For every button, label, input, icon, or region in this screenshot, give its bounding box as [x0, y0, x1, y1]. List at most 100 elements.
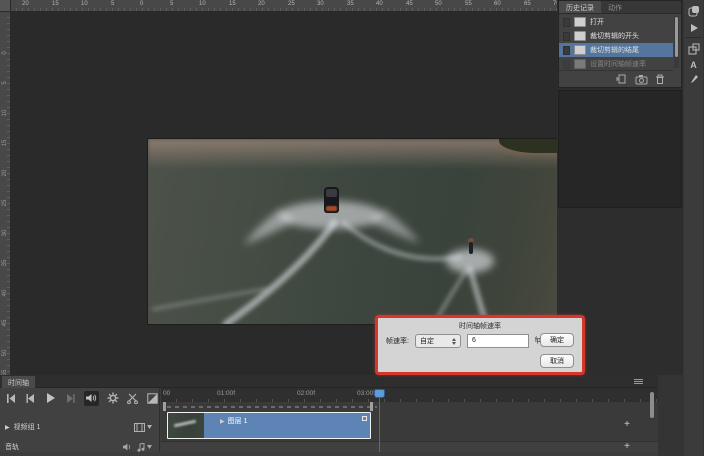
work-area-start-handle[interactable]: [163, 402, 166, 411]
next-frame-button[interactable]: [64, 392, 77, 405]
history-source-well[interactable]: [563, 60, 570, 69]
speaker-icon[interactable]: [123, 443, 132, 451]
history-scrollbar[interactable]: [674, 16, 679, 68]
timeline-settings-gear-icon[interactable]: [106, 392, 119, 405]
video-clip[interactable]: ▶ 图层 1: [167, 412, 371, 439]
transition-icon[interactable]: [146, 392, 159, 405]
ruler-label: 15: [52, 1, 59, 7]
ruler-label: 20: [2, 169, 8, 177]
dock-cell[interactable]: [684, 19, 703, 36]
ruler-label: 15: [2, 139, 8, 147]
history-panel-tabs: 历史记录 动作: [559, 1, 681, 14]
previous-frame-button[interactable]: [24, 392, 37, 405]
clip-expand-icon[interactable]: ▶: [220, 418, 225, 425]
delete-trash-icon[interactable]: [655, 74, 665, 85]
audio-track-row[interactable]: 音轨: [0, 440, 160, 454]
timeline-left-column: ▶ 视频组 1 音轨: [0, 388, 160, 452]
photoshop-window: 20 15 10 5 0 5 10 15 20 25 30 35 40 45 5…: [0, 0, 710, 459]
history-source-well[interactable]: [563, 32, 570, 41]
ruler-label: 45: [406, 1, 413, 7]
ruler-label: 20: [258, 1, 265, 7]
ruler-label: 10: [199, 1, 206, 7]
cancel-button[interactable]: 取消: [540, 354, 574, 368]
video-group-row[interactable]: ▶ 视频组 1: [0, 420, 160, 434]
new-snapshot-camera-icon[interactable]: [635, 74, 648, 85]
history-item-open[interactable]: 打开: [559, 15, 673, 29]
ruler-label: 0: [140, 1, 143, 7]
clip-fx-badge-icon[interactable]: [362, 416, 367, 421]
collapsed-panel-area: [558, 90, 682, 208]
audio-track-lane: +: [161, 442, 658, 452]
music-note-icon[interactable]: [137, 443, 145, 452]
video-preview[interactable]: [148, 139, 559, 324]
ruler-label: 35: [347, 1, 354, 7]
tab-timeline[interactable]: 时间轴: [2, 376, 35, 388]
tab-actions[interactable]: 动作: [601, 1, 629, 13]
timeline-time-ruler[interactable]: 00 01:00f 02:00f 03:00f: [161, 388, 658, 402]
chevron-down-icon[interactable]: [147, 425, 152, 429]
ruler-label: 15: [229, 1, 236, 7]
ruler-label: 10: [81, 1, 88, 7]
overlapping-shapes-icon: [688, 43, 700, 55]
filmstrip-icon[interactable]: [134, 423, 145, 432]
vertical-ruler[interactable]: 0 5 10 15 20 25 30 35 40 45 50 55: [0, 12, 11, 375]
chevron-down-icon[interactable]: [147, 445, 152, 449]
history-item-trim-start[interactable]: 裁切剪辑的开头: [559, 29, 673, 43]
history-item-set-framerate[interactable]: 设置时间轴帧速率: [559, 57, 673, 71]
ruler-label: 35: [2, 259, 8, 267]
tab-history[interactable]: 历史记录: [559, 1, 601, 13]
stepper-icon: [451, 337, 458, 346]
work-area-bar[interactable]: [161, 402, 658, 411]
ruler-label: 40: [376, 1, 383, 7]
dock-cell[interactable]: [684, 71, 703, 88]
history-item-trim-end[interactable]: 裁切剪辑的结尾: [559, 43, 673, 57]
timeline-panel: 时间轴: [0, 375, 658, 456]
mute-audio-button[interactable]: [84, 391, 99, 406]
ok-button[interactable]: 确定: [540, 333, 574, 347]
first-frame-button[interactable]: [4, 392, 17, 405]
history-source-well[interactable]: [563, 18, 570, 27]
ruler-label: 45: [2, 319, 8, 327]
dock-cell[interactable]: [684, 2, 703, 19]
new-document-from-state-icon[interactable]: [616, 74, 628, 85]
history-state-icon: [574, 31, 586, 41]
history-panel: 历史记录 动作 打开 裁切剪辑的开头 裁切剪辑的结尾 设置时间轴: [558, 0, 682, 88]
add-audio-button[interactable]: +: [621, 441, 633, 453]
ruler-origin-box[interactable]: [0, 0, 11, 12]
panel-dock-strip: A: [684, 0, 703, 456]
ruler-label: 20: [22, 1, 29, 7]
expander-triangle-icon[interactable]: ▶: [5, 424, 10, 431]
dock-cell[interactable]: [684, 40, 703, 57]
ruler-label: 5: [111, 1, 114, 7]
history-state-icon: [574, 17, 586, 27]
video-track-lane: ▶ 图层 1 +: [161, 411, 658, 441]
work-area-end-handle[interactable]: [370, 402, 373, 411]
ruler-label: 65: [524, 1, 531, 7]
split-scissors-icon[interactable]: [126, 392, 139, 405]
play-panel-icon: [689, 23, 699, 33]
workspace: 20 15 10 5 0 5 10 15 20 25 30 35 40 45 5…: [0, 0, 704, 456]
playhead[interactable]: [374, 389, 385, 398]
frame-rate-preset-dropdown[interactable]: 自定: [415, 334, 461, 348]
clip-label: ▶ 图层 1: [220, 416, 247, 426]
clip-thumbnail: [168, 413, 204, 438]
history-source-well[interactable]: [563, 46, 570, 55]
frame-rate-label: 帧速率:: [386, 336, 409, 346]
dialog-title: 时间轴帧速率: [378, 321, 582, 331]
add-video-media-button[interactable]: +: [621, 419, 633, 431]
horizontal-ruler[interactable]: 20 15 10 5 0 5 10 15 20 25 30 35 40 45 5…: [11, 0, 557, 12]
ruler-label: 30: [2, 229, 8, 237]
timeline-panel-menu-icon[interactable]: [634, 379, 643, 384]
brush-panel-icon: [689, 74, 699, 85]
timeline-scrollbar[interactable]: [650, 392, 654, 418]
transport-controls: [4, 390, 159, 406]
playhead-line: [379, 397, 380, 452]
collapsed-panels-icon: [688, 5, 700, 17]
timeline-header: 时间轴: [0, 375, 658, 388]
ruler-label: 25: [288, 1, 295, 7]
ruler-label: 50: [435, 1, 442, 7]
play-button[interactable]: [44, 392, 57, 405]
fps-input[interactable]: 6: [467, 334, 529, 348]
ruler-label: 0: [2, 49, 8, 57]
ruler-label: 30: [317, 1, 324, 7]
